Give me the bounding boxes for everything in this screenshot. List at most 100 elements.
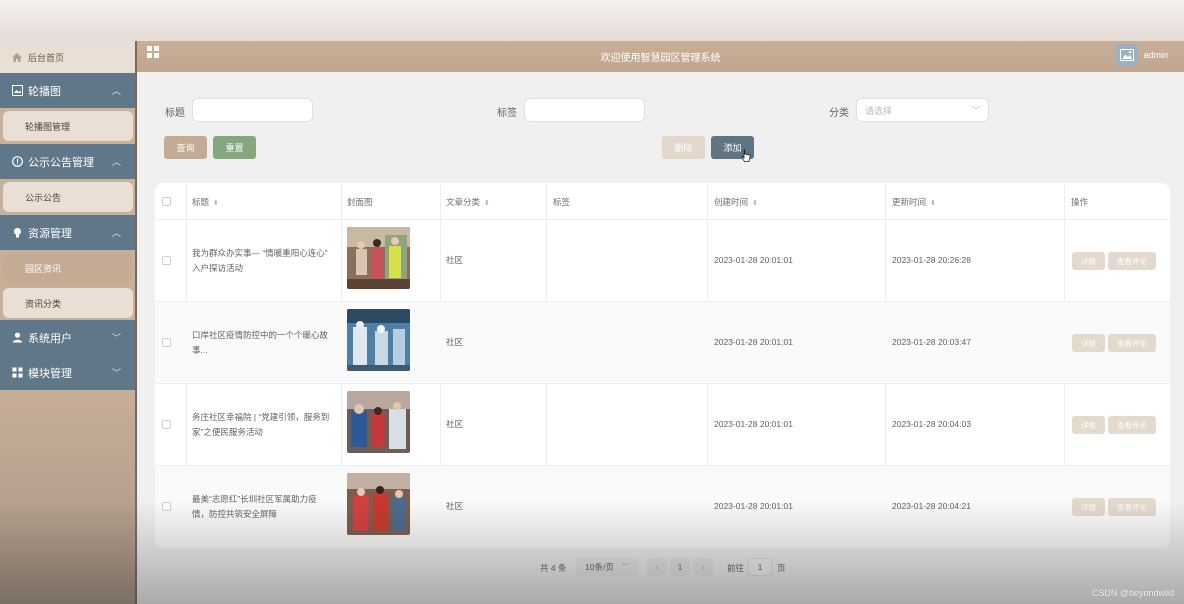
next-page-button[interactable]: ›: [693, 558, 713, 576]
image-icon: [1120, 49, 1134, 61]
tag-filter-input[interactable]: [524, 98, 645, 122]
table-row: 最美“志愿红”长圳社区军属助力疫 情，防控共筑安全屏障 社区 2023-01-28…: [155, 466, 1170, 548]
chevron-down-icon: ﹀: [621, 564, 629, 571]
row-checkbox[interactable]: [162, 420, 171, 429]
watermark: CSDN @beyondwild: [1091, 588, 1174, 598]
sort-icon: ⬍: [752, 200, 758, 207]
sidebar-item-carousel-manage[interactable]: 轮播图管理: [3, 111, 133, 141]
sort-icon: ⬍: [484, 200, 490, 207]
sort-icon: ⬍: [930, 200, 936, 207]
sort-icon: ⬍: [213, 200, 219, 207]
title-filter-input[interactable]: [192, 98, 313, 122]
column-header-created[interactable]: 创建时间 ⬍: [714, 196, 758, 208]
column-header-title[interactable]: 标题 ⬍: [192, 196, 219, 208]
view-comments-button[interactable]: 查看评论: [1108, 252, 1156, 270]
category-select[interactable]: 请选择 ﹀: [856, 98, 989, 122]
category-filter-label: 分类: [829, 108, 849, 119]
sidebar-group-label: 系统用户: [28, 332, 72, 345]
goto-page-input[interactable]: 1: [748, 558, 772, 576]
page-unit-label: 页: [777, 563, 786, 573]
sidebar-item-label: 轮播图管理: [25, 121, 71, 132]
view-comments-button[interactable]: 查看评论: [1108, 498, 1156, 516]
column-header-category[interactable]: 文章分类 ⬍: [446, 196, 490, 208]
page-number-current[interactable]: 1: [670, 558, 690, 576]
column-header-updated[interactable]: 更新时间 ⬍: [892, 196, 936, 208]
cover-image: [347, 227, 410, 289]
table-row: 务庄社区幸福院 | “党建引领，服务到 家”之便民服务活动 社区 2023-01-…: [155, 384, 1170, 466]
detail-button[interactable]: 详情: [1072, 498, 1105, 516]
row-checkbox[interactable]: [162, 502, 171, 511]
chevron-down-icon: ﹀: [972, 106, 980, 115]
table-row: 口岸社区疫情防控中的一个个暖心故 事... 社区 2023-01-28 20:01…: [155, 302, 1170, 384]
sidebar-group-system-users[interactable]: 系统用户 ﹀: [0, 320, 135, 355]
chevron-right-icon: ›: [701, 562, 705, 572]
sidebar-item-news-category[interactable]: 资讯分类: [3, 288, 133, 318]
row-updated-time: 2023-01-28 20:26:28: [892, 255, 971, 265]
select-all-checkbox[interactable]: [162, 197, 171, 206]
user-icon: [12, 332, 23, 343]
avatar[interactable]: [1116, 44, 1138, 66]
cover-image: [347, 391, 410, 453]
cover-image: [347, 309, 410, 371]
row-category: 社区: [446, 419, 464, 429]
tag-filter-label: 标签: [497, 108, 517, 119]
sidebar-group-resources[interactable]: 资源管理 ︿: [0, 215, 135, 250]
sidebar-item-label: 资讯分类: [25, 298, 62, 309]
mouse-cursor-icon: [741, 149, 751, 162]
row-updated-time: 2023-01-28 20:04:03: [892, 419, 971, 429]
top-header: 欢迎使用智慧园区管理系统 admin: [137, 41, 1184, 72]
sidebar: 后台首页 轮播图 ︿ 轮播图管理 公示公告管理 ︿ 公示公告 资源管理 ︿ 园区…: [0, 41, 137, 604]
sidebar-item-announcement[interactable]: 公示公告: [3, 182, 133, 212]
prev-page-button[interactable]: ‹: [647, 558, 667, 576]
row-created-time: 2023-01-28 20:01:01: [714, 419, 793, 429]
detail-button[interactable]: 详情: [1072, 334, 1105, 352]
browser-top-band: [0, 0, 1184, 41]
chevron-up-icon: ︿: [111, 157, 121, 167]
detail-button[interactable]: 详情: [1072, 252, 1105, 270]
menu-toggle-icon[interactable]: [147, 46, 159, 58]
chevron-up-icon: ︿: [111, 86, 121, 96]
sidebar-group-label: 资源管理: [28, 227, 72, 240]
row-title[interactable]: 最美“志愿红”长圳社区军属助力疫 情，防控共筑安全屏障: [192, 492, 337, 522]
lightbulb-icon: [12, 227, 23, 238]
row-category: 社区: [446, 337, 464, 347]
table-row: 我为群众办实事— “情暖重阳心连心” 入户探访活动 社区 2023-01-28 2…: [155, 220, 1170, 302]
view-comments-button[interactable]: 查看评论: [1108, 416, 1156, 434]
image-icon: [12, 85, 23, 96]
chevron-down-icon: ﹀: [111, 333, 121, 343]
home-icon: [12, 52, 22, 62]
row-title[interactable]: 务庄社区幸福院 | “党建引领，服务到 家”之便民服务活动: [192, 410, 337, 440]
row-checkbox[interactable]: [162, 338, 171, 347]
column-header-actions: 操作: [1071, 197, 1089, 207]
sidebar-group-modules[interactable]: 模块管理 ﹀: [0, 355, 135, 390]
query-button[interactable]: 查询: [164, 136, 207, 159]
delete-button[interactable]: 删除: [662, 136, 705, 159]
reset-button[interactable]: 重置: [213, 136, 256, 159]
sidebar-group-label: 公示公告管理: [28, 156, 94, 169]
sidebar-group-label: 轮播图: [28, 85, 61, 98]
row-created-time: 2023-01-28 20:01:01: [714, 501, 793, 511]
detail-button[interactable]: 详情: [1072, 416, 1105, 434]
sidebar-item-home[interactable]: 后台首页: [0, 41, 135, 73]
row-updated-time: 2023-01-28 20:03:47: [892, 337, 971, 347]
info-circle-icon: [12, 156, 23, 167]
view-comments-button[interactable]: 查看评论: [1108, 334, 1156, 352]
row-checkbox[interactable]: [162, 256, 171, 265]
cover-image: [347, 473, 410, 535]
column-header-tag: 标签: [553, 197, 571, 207]
username[interactable]: admin: [1143, 50, 1168, 60]
sidebar-group-announcement[interactable]: 公示公告管理 ︿: [0, 144, 135, 179]
news-table: 标题 ⬍ 封面图 文章分类 ⬍ 标签 创建时间 ⬍ 更新时间 ⬍ 操作 我为群众办实事—…: [155, 183, 1170, 548]
table-header: 标题 ⬍ 封面图 文章分类 ⬍ 标签 创建时间 ⬍ 更新时间 ⬍ 操作: [155, 183, 1170, 220]
sidebar-item-label: 园区资讯: [25, 263, 62, 274]
chevron-up-icon: ︿: [111, 228, 121, 238]
page-size-select[interactable]: 10条/页 ﹀: [576, 558, 638, 576]
row-title[interactable]: 口岸社区疫情防控中的一个个暖心故 事...: [192, 328, 337, 358]
row-created-time: 2023-01-28 20:01:01: [714, 337, 793, 347]
sidebar-group-carousel[interactable]: 轮播图 ︿: [0, 73, 135, 108]
row-title[interactable]: 我为群众办实事— “情暖重阳心连心” 入户探访活动: [192, 246, 337, 276]
grid-icon: [12, 367, 23, 378]
sidebar-group-label: 模块管理: [28, 367, 72, 380]
sidebar-item-park-news[interactable]: 园区资讯: [3, 253, 133, 283]
row-category: 社区: [446, 501, 464, 511]
